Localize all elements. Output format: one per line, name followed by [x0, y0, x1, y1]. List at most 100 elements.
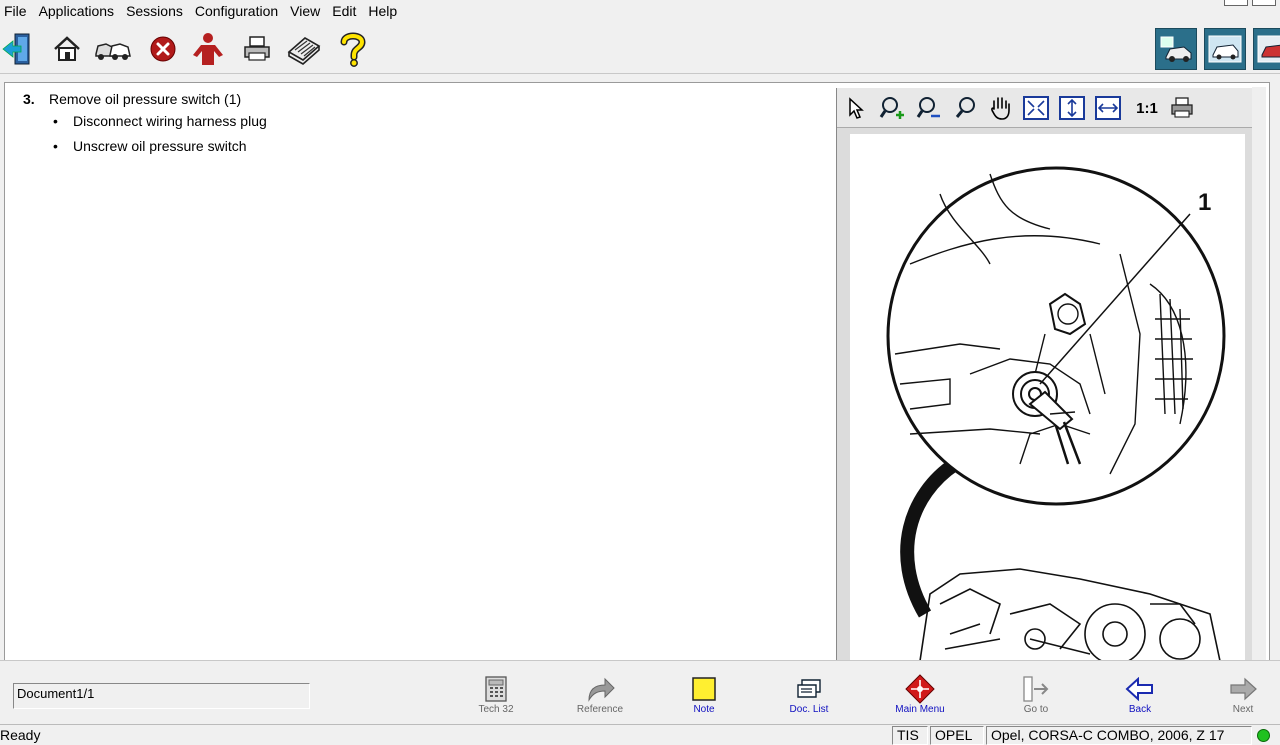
- user-button[interactable]: [189, 30, 227, 68]
- viewer-toolbar: 1:1: [837, 88, 1255, 128]
- image-viewer: 1:1 1: [836, 88, 1256, 665]
- book-icon: [287, 37, 321, 65]
- home-icon: [54, 36, 80, 61]
- help-question-icon: [340, 32, 366, 67]
- main-toolbar: [0, 24, 1280, 74]
- sub-item-text: Disconnect wiring harness plug: [73, 113, 267, 129]
- zoom-button[interactable]: [951, 93, 981, 123]
- fit-width-icon: [1095, 96, 1121, 120]
- zoom-in-button[interactable]: [877, 93, 907, 123]
- document-pane: 3. Remove oil pressure switch (1) • Disc…: [4, 82, 1270, 665]
- print-icon: [1171, 97, 1193, 118]
- fit-width-button[interactable]: [1093, 93, 1123, 123]
- list-item: • Disconnect wiring harness plug: [53, 113, 267, 138]
- pointer-icon: [849, 97, 864, 119]
- main-menu-label: Main Menu: [895, 704, 945, 715]
- fit-page-button[interactable]: [1021, 93, 1051, 123]
- printer-icon: [244, 36, 270, 61]
- list-item: • Unscrew oil pressure switch: [53, 138, 267, 163]
- menu-sessions[interactable]: Sessions: [122, 0, 191, 22]
- car-red-icon: [1257, 35, 1280, 63]
- person-icon: [193, 33, 223, 65]
- pan-hand-icon: [991, 97, 1010, 120]
- exit-button[interactable]: [0, 30, 38, 68]
- menu-file[interactable]: File: [0, 0, 35, 22]
- status-make: OPEL: [930, 726, 984, 745]
- help-button[interactable]: [334, 30, 372, 68]
- status-ready: Ready: [0, 727, 41, 743]
- viewer-print-button[interactable]: [1167, 93, 1197, 123]
- procedure-steps: 3. Remove oil pressure switch (1) • Disc…: [23, 91, 267, 163]
- go-to-button[interactable]: Go to: [996, 675, 1076, 719]
- fit-height-icon: [1059, 96, 1085, 120]
- print-button[interactable]: [238, 30, 276, 68]
- back-label: Back: [1128, 704, 1152, 715]
- note-icon: [692, 677, 716, 701]
- bottom-navigation: Document1/1 Tech 32 Reference Note Doc. …: [0, 660, 1280, 722]
- menu-edit[interactable]: Edit: [328, 0, 364, 22]
- callout-label: 1: [1198, 189, 1211, 216]
- back-button[interactable]: Back: [1100, 675, 1180, 719]
- actual-size-button[interactable]: 1:1: [1129, 93, 1165, 123]
- status-app: TIS: [892, 726, 928, 745]
- menu-configuration[interactable]: Configuration: [191, 0, 286, 22]
- menu-applications[interactable]: Applications: [35, 0, 123, 22]
- maximize-button[interactable]: [1252, 0, 1276, 6]
- note-label: Note: [693, 704, 715, 715]
- home-button[interactable]: [48, 30, 86, 68]
- document-scrollbar[interactable]: [1270, 82, 1280, 660]
- bullet-icon: •: [53, 113, 58, 129]
- status-bar: Ready TIS OPEL Opel, CORSA-C COMBO, 2006…: [0, 724, 1280, 745]
- vehicles-icon: [95, 43, 131, 60]
- reference-arrow-icon: [588, 677, 615, 702]
- menu-help[interactable]: Help: [364, 0, 405, 22]
- select-tool-button[interactable]: [841, 93, 871, 123]
- doc-list-button[interactable]: Doc. List: [769, 675, 849, 719]
- fit-page-icon: [1023, 96, 1049, 120]
- tech32-label: Tech 32: [478, 704, 514, 715]
- viewer-scrollbar[interactable]: [1252, 87, 1266, 660]
- main-menu-button[interactable]: Main Menu: [880, 674, 960, 719]
- minimize-button[interactable]: [1224, 0, 1248, 6]
- document-list-icon: [797, 679, 821, 698]
- tech32-button[interactable]: Tech 32: [456, 675, 536, 719]
- status-vehicle: Opel, CORSA-C COMBO, 2006, Z 17 DTH: [986, 726, 1252, 745]
- pan-button[interactable]: [986, 93, 1016, 123]
- car-diagnostics-icon: [1160, 36, 1192, 62]
- menu-view[interactable]: View: [286, 0, 328, 22]
- next-button[interactable]: Next: [1203, 675, 1280, 719]
- step-3: 3. Remove oil pressure switch (1): [23, 91, 267, 111]
- zoom-icon: [955, 97, 975, 118]
- connection-status-icon: [1257, 729, 1270, 742]
- note-button[interactable]: Note: [664, 675, 744, 719]
- go-to-icon: [1023, 676, 1049, 702]
- stop-button[interactable]: [144, 30, 182, 68]
- go-to-label: Go to: [1023, 704, 1049, 715]
- vehicle-button[interactable]: [94, 30, 132, 68]
- diagnostics-button[interactable]: [1155, 28, 1197, 70]
- reference-label: Reference: [576, 704, 624, 715]
- zoom-out-button[interactable]: [914, 93, 944, 123]
- document-field: Document1/1: [13, 683, 310, 709]
- zoom-in-icon: [879, 97, 904, 119]
- exit-door-icon: [2, 33, 30, 65]
- main-menu-diamond-icon: [905, 674, 935, 704]
- vehicle-selection-button[interactable]: [1253, 28, 1280, 70]
- back-arrow-icon: [1125, 677, 1153, 701]
- illustration-canvas[interactable]: 1: [850, 134, 1245, 665]
- doc-list-label: Doc. List: [789, 704, 829, 715]
- calculator-icon: [485, 676, 507, 702]
- step-text: Remove oil pressure switch (1): [49, 91, 242, 107]
- service-info-button[interactable]: [1204, 28, 1246, 70]
- manual-button[interactable]: [285, 30, 323, 68]
- reference-button[interactable]: Reference: [560, 675, 640, 719]
- sub-item-text: Unscrew oil pressure switch: [73, 138, 247, 154]
- zoom-out-icon: [916, 97, 940, 118]
- menu-bar: File Applications Sessions Configuration…: [0, 0, 1280, 22]
- step-number: 3.: [23, 91, 35, 107]
- next-label: Next: [1232, 704, 1254, 715]
- cancel-icon: [150, 36, 176, 62]
- fit-height-button[interactable]: [1057, 93, 1087, 123]
- bullet-icon: •: [53, 138, 58, 154]
- car-service-icon: [1208, 35, 1242, 63]
